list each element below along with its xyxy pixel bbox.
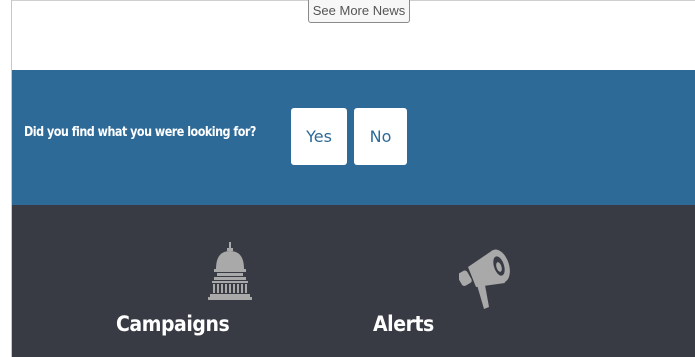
page: See More News Did you find what you were… [0, 0, 695, 357]
feedback-yes-button[interactable]: Yes [291, 108, 347, 165]
left-margin [0, 0, 12, 357]
news-section: See More News [12, 0, 695, 70]
footer-nav: Campaigns Alerts [12, 205, 695, 357]
feedback-question: Did you find what you were looking for? [24, 125, 256, 140]
see-more-news-button[interactable]: See More News [308, 0, 410, 23]
feedback-section: Did you find what you were looking for? … [12, 70, 695, 205]
footer-link-alerts[interactable]: Alerts [373, 312, 434, 336]
capitol-icon[interactable] [208, 242, 252, 300]
footer-link-campaigns[interactable]: Campaigns [116, 312, 230, 336]
megaphone-icon[interactable] [459, 245, 517, 311]
feedback-no-button[interactable]: No [354, 108, 407, 165]
